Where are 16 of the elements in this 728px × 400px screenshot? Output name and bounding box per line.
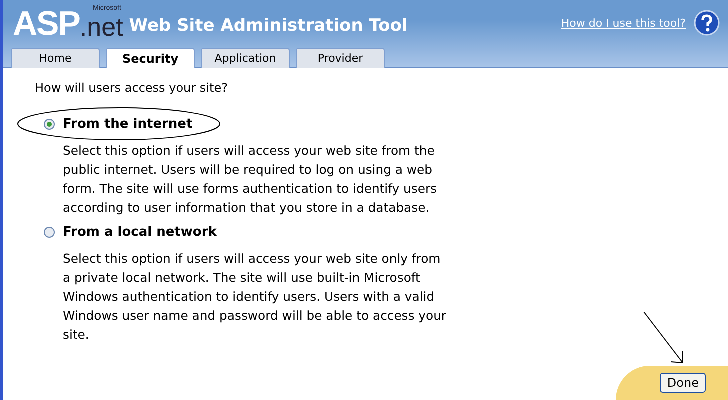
- done-button[interactable]: Done: [660, 373, 706, 393]
- tab[interactable]: Application: [201, 48, 290, 68]
- window-title: Web Site Administration Tool: [129, 16, 408, 36]
- radio-button[interactable]: [44, 118, 55, 130]
- help-icon[interactable]: [694, 10, 720, 36]
- question-text: How will users access your site?: [35, 81, 229, 95]
- logo-text: .net: [80, 13, 124, 41]
- radio-button[interactable]: [44, 226, 55, 238]
- tab[interactable]: Provider: [296, 48, 385, 68]
- tab[interactable]: Home: [11, 48, 100, 68]
- option-description: Select this option if users will access your web site from the public internet. Users will be required to log on using a web form. The site will use forms authentication to identify users according to user information that you store in a database.: [63, 142, 438, 217]
- option-label: From a local network: [63, 224, 217, 240]
- option-label: From the internet: [63, 116, 193, 132]
- tab[interactable]: Security: [106, 48, 195, 68]
- option-description: Select this option if users will access your web site only from a private local network. The site will use built-in Microsoft Windows authentication to identify users. Users with a valid Windows user name and password will be able to access your site.: [63, 250, 448, 344]
- logo-text: ASP: [13, 7, 80, 41]
